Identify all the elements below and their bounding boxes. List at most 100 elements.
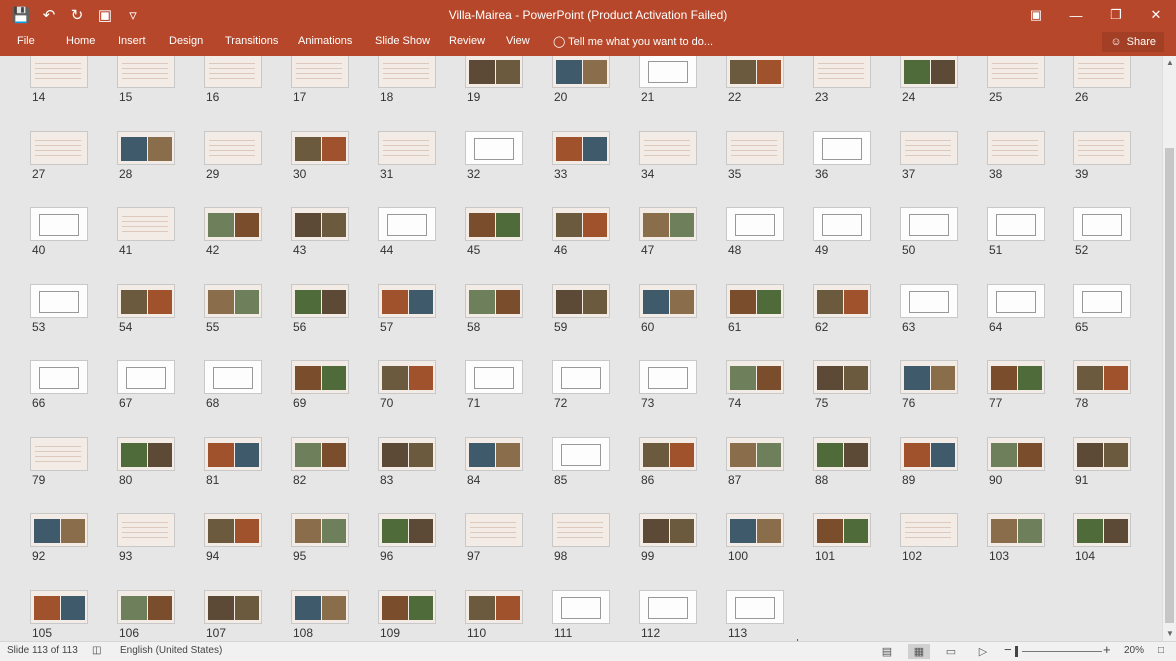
slide-thumbnail[interactable]	[900, 56, 958, 88]
zoom-slider-thumb[interactable]	[1015, 646, 1018, 657]
slide-thumbnail[interactable]	[639, 589, 697, 624]
slide-thumbnail[interactable]	[552, 207, 610, 241]
slide-thumbnail[interactable]	[291, 360, 349, 394]
slide-thumbnail[interactable]	[378, 513, 436, 547]
slide-thumbnail[interactable]	[1073, 56, 1131, 88]
slide-thumbnail[interactable]	[552, 436, 610, 471]
slide-thumbnail[interactable]	[204, 207, 262, 241]
slide-thumbnail[interactable]	[204, 130, 262, 165]
slide-thumbnail[interactable]	[1073, 207, 1131, 241]
slide-thumbnail[interactable]	[639, 207, 697, 241]
slide-thumbnail[interactable]	[639, 436, 697, 471]
slide-thumbnail[interactable]	[465, 589, 523, 624]
slide-thumbnail[interactable]	[204, 360, 262, 394]
zoom-out-icon[interactable]: −	[1004, 642, 1012, 657]
slide-thumbnail[interactable]	[987, 56, 1045, 88]
slide-thumbnail[interactable]	[1073, 283, 1131, 318]
close-icon[interactable]: ✕	[1136, 0, 1176, 30]
slide-thumbnail[interactable]	[204, 589, 262, 624]
slide-thumbnail[interactable]	[378, 589, 436, 624]
slide-thumbnail[interactable]	[726, 589, 784, 624]
slide-thumbnail[interactable]	[639, 283, 697, 318]
slide-thumbnail[interactable]	[1073, 130, 1131, 165]
slide-thumbnail[interactable]	[378, 207, 436, 241]
slide-thumbnail[interactable]	[117, 207, 175, 241]
slide-thumbnail[interactable]	[726, 360, 784, 394]
tell-me-box[interactable]: ◯ Tell me what you want to do...	[553, 35, 713, 48]
slide-thumbnail[interactable]	[987, 130, 1045, 165]
vertical-scrollbar[interactable]: ▲ ▼	[1162, 56, 1176, 641]
slide-thumbnail[interactable]	[117, 436, 175, 471]
slide-thumbnail[interactable]	[291, 130, 349, 165]
slide-thumbnail[interactable]	[1073, 436, 1131, 471]
scroll-up-icon[interactable]: ▲	[1163, 56, 1176, 70]
reading-view-icon[interactable]: ▭	[940, 644, 962, 659]
slide-thumbnail[interactable]	[465, 513, 523, 547]
tab-design[interactable]: Design	[169, 35, 203, 47]
slide-thumbnail[interactable]	[291, 513, 349, 547]
tab-animations[interactable]: Animations	[298, 35, 352, 47]
slide-thumbnail[interactable]	[30, 56, 88, 88]
slide-thumbnail[interactable]	[465, 56, 523, 88]
tab-transitions[interactable]: Transitions	[225, 35, 278, 47]
zoom-in-icon[interactable]: +	[1103, 642, 1111, 657]
slide-thumbnail[interactable]	[30, 360, 88, 394]
fit-to-window-icon[interactable]: □	[1158, 645, 1164, 656]
slide-thumbnail[interactable]	[291, 589, 349, 624]
slide-thumbnail[interactable]	[30, 436, 88, 471]
notes-icon[interactable]: ◫	[92, 645, 101, 656]
slide-thumbnail[interactable]	[30, 207, 88, 241]
slide-thumbnail[interactable]	[813, 130, 871, 165]
slide-thumbnail[interactable]	[900, 513, 958, 547]
slide-thumbnail[interactable]	[30, 513, 88, 547]
slide-thumbnail[interactable]	[552, 360, 610, 394]
slide-thumbnail[interactable]	[726, 207, 784, 241]
slide-thumbnail[interactable]	[291, 207, 349, 241]
zoom-level[interactable]: 20%	[1124, 645, 1144, 656]
slide-thumbnail[interactable]	[726, 436, 784, 471]
slide-thumbnail[interactable]	[117, 513, 175, 547]
tab-file[interactable]: File	[17, 35, 35, 47]
slide-thumbnail[interactable]	[204, 283, 262, 318]
slide-thumbnail[interactable]	[465, 130, 523, 165]
slide-thumbnail[interactable]	[987, 436, 1045, 471]
slide-thumbnail[interactable]	[378, 436, 436, 471]
slide-thumbnail[interactable]	[726, 283, 784, 318]
slide-thumbnail[interactable]	[552, 56, 610, 88]
slide-thumbnail[interactable]	[465, 360, 523, 394]
slide-thumbnail[interactable]	[900, 436, 958, 471]
slide-thumbnail[interactable]	[813, 283, 871, 318]
slide-thumbnail[interactable]	[552, 283, 610, 318]
slide-thumbnail[interactable]	[1073, 513, 1131, 547]
slide-thumbnail[interactable]	[900, 360, 958, 394]
slide-thumbnail[interactable]	[378, 56, 436, 88]
slide-thumbnail[interactable]	[639, 56, 697, 88]
slide-thumbnail[interactable]	[204, 56, 262, 88]
slide-thumbnail[interactable]	[117, 360, 175, 394]
slide-thumbnail[interactable]	[465, 436, 523, 471]
slide-thumbnail[interactable]	[726, 513, 784, 547]
normal-view-icon[interactable]: ▤	[876, 644, 898, 659]
slide-thumbnail[interactable]	[291, 283, 349, 318]
slide-thumbnail[interactable]	[378, 130, 436, 165]
slide-thumbnail[interactable]	[291, 56, 349, 88]
scroll-thumb[interactable]	[1165, 148, 1174, 623]
slide-thumbnail[interactable]	[30, 130, 88, 165]
slide-thumbnail[interactable]	[30, 283, 88, 318]
slide-thumbnail[interactable]	[987, 513, 1045, 547]
slide-thumbnail[interactable]	[639, 130, 697, 165]
slide-thumbnail[interactable]	[813, 513, 871, 547]
slide-thumbnail[interactable]	[900, 283, 958, 318]
tab-review[interactable]: Review	[449, 35, 485, 47]
slide-thumbnail[interactable]	[117, 589, 175, 624]
slide-thumbnail[interactable]	[117, 56, 175, 88]
tab-view[interactable]: View	[506, 35, 530, 47]
slide-thumbnail[interactable]	[813, 436, 871, 471]
tab-insert[interactable]: Insert	[118, 35, 146, 47]
slide-thumbnail[interactable]	[639, 360, 697, 394]
slide-thumbnail[interactable]	[204, 513, 262, 547]
slide-thumbnail[interactable]	[813, 56, 871, 88]
slide-thumbnail[interactable]	[987, 283, 1045, 318]
slide-thumbnail[interactable]	[726, 130, 784, 165]
minimize-icon[interactable]: —	[1056, 0, 1096, 30]
